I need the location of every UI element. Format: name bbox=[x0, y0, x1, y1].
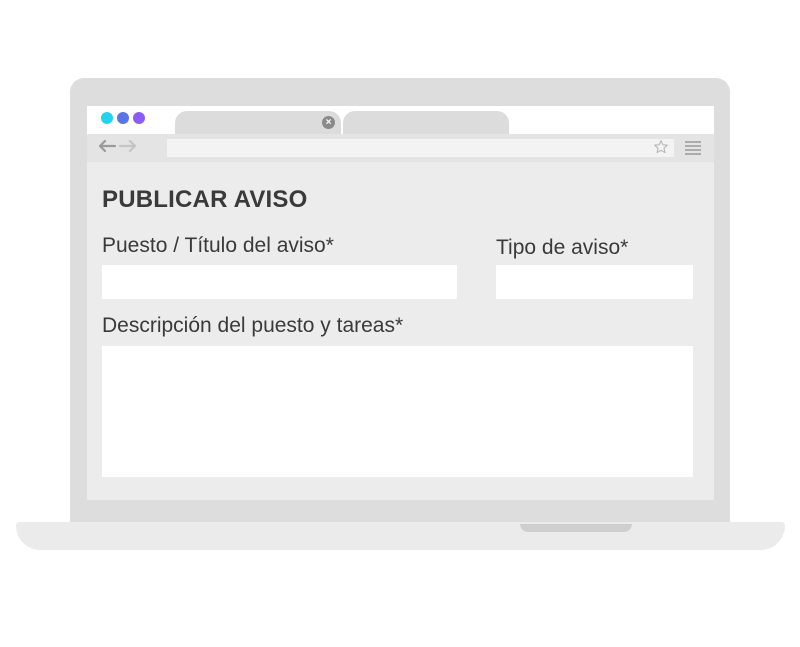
ad-type-input[interactable] bbox=[496, 265, 693, 299]
browser-toolbar bbox=[87, 134, 714, 162]
back-arrow-icon[interactable] bbox=[97, 138, 117, 159]
job-title-label: Puesto / Título del aviso* bbox=[102, 234, 334, 257]
window-dot-icon[interactable] bbox=[133, 112, 145, 124]
window-dot-icon[interactable] bbox=[117, 112, 129, 124]
page-content: PUBLICAR AVISO Puesto / Título del aviso… bbox=[87, 162, 714, 500]
description-label: Descripción del puesto y tareas* bbox=[102, 314, 404, 337]
window-dot-icon[interactable] bbox=[101, 112, 113, 124]
job-title-input[interactable] bbox=[102, 265, 457, 299]
browser-tab-active[interactable]: × bbox=[175, 111, 341, 134]
page-title: PUBLICAR AVISO bbox=[102, 186, 308, 213]
star-icon[interactable] bbox=[653, 139, 669, 160]
close-icon[interactable]: × bbox=[322, 116, 335, 129]
address-bar[interactable] bbox=[167, 139, 674, 157]
browser-titlebar: × bbox=[87, 106, 714, 134]
description-textarea[interactable] bbox=[102, 346, 693, 477]
laptop-base bbox=[16, 522, 785, 550]
menu-icon[interactable] bbox=[684, 140, 702, 161]
forward-arrow-icon[interactable] bbox=[118, 138, 138, 159]
laptop-notch bbox=[520, 524, 632, 532]
browser-tab[interactable] bbox=[343, 111, 509, 134]
browser-window: × PUBLICAR AVISO Puesto / Título del avi… bbox=[87, 106, 714, 500]
ad-type-label: Tipo de aviso* bbox=[496, 236, 629, 259]
